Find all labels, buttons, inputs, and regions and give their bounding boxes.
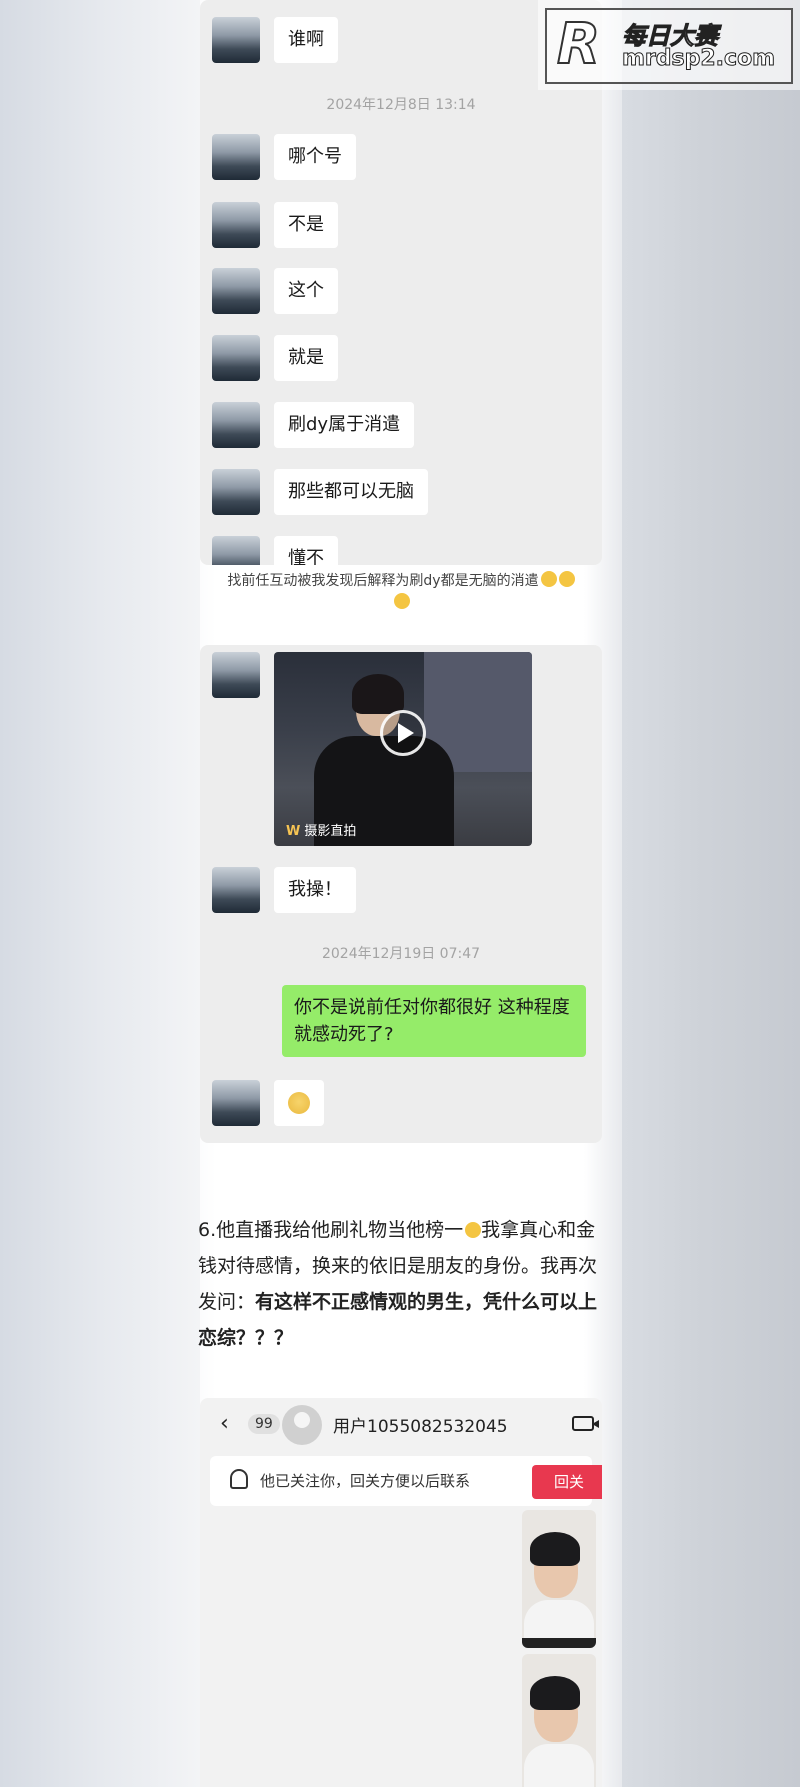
article-paragraph: 6.他直播我给他刷礼物当他榜一 我拿真心和金钱对待感情，换来的依旧是朋友的身份。我… <box>198 1212 608 1356</box>
video-call-icon[interactable] <box>572 1416 599 1431</box>
left-background <box>0 0 200 1787</box>
username: 用户1055082532045 <box>333 1417 508 1437</box>
image-caption: 找前任互动被我发现后解释为刷dy都是无脑的消遣 <box>200 570 602 614</box>
grin-emoji-icon <box>540 571 557 587</box>
avatar <box>212 202 260 248</box>
thumbnail-hair <box>530 1676 580 1710</box>
message-bubble: 这个 <box>274 268 338 314</box>
follow-back-button[interactable]: 回关 <box>532 1465 602 1499</box>
avatar <box>212 652 260 698</box>
right-background <box>622 0 800 1787</box>
message-bubble: 就是 <box>274 335 338 381</box>
watermark-url: mrdsp2.com <box>621 46 776 72</box>
video-person-hair <box>352 674 404 714</box>
emoji-sticker-icon <box>274 1080 324 1126</box>
avatar <box>212 268 260 314</box>
message-bubble: 谁啊 <box>274 17 338 63</box>
grin-emoji-icon <box>394 593 410 609</box>
avatar <box>212 402 260 448</box>
video-thumbnail[interactable] <box>522 1510 596 1648</box>
message-bubble: 懂不 <box>274 536 338 565</box>
caption-text: 找前任互动被我发现后解释为刷dy都是无脑的消遣 <box>227 573 539 589</box>
camera-logo-icon: W <box>286 824 301 839</box>
video-label-text: 摄影直拍 <box>304 824 357 839</box>
video-thumbnail[interactable] <box>522 1654 596 1787</box>
message-bubble: 我操！ <box>274 867 356 913</box>
avatar <box>212 17 260 63</box>
article-text: 6.他直播我给他刷礼物当他榜一 <box>198 1219 464 1241</box>
play-icon[interactable] <box>380 710 426 756</box>
message-bubble: 不是 <box>274 202 338 248</box>
message-bubble: 那些都可以无脑 <box>274 469 428 515</box>
video-message[interactable]: W 摄影直拍 <box>274 652 532 846</box>
avatar <box>212 1080 260 1126</box>
message-sent-bubble: 你不是说前任对你都很好 这种程度就感动死了? <box>282 985 586 1057</box>
dm-screenshot: ‹ 99 用户1055082532045 他已关注你，回关方便以后联系 回关 <box>200 1398 602 1787</box>
follow-notice-bar: 他已关注你，回关方便以后联系 回关 <box>210 1456 602 1506</box>
follow-notice-text: 他已关注你，回关方便以后联系 <box>260 1472 471 1490</box>
grin-emoji-icon <box>465 1222 482 1238</box>
unread-count-badge: 99 <box>248 1414 280 1434</box>
watermark-logo-icon: R <box>556 12 601 77</box>
user-avatar[interactable] <box>282 1405 322 1445</box>
timestamp: 2024年12月19日 07:47 <box>321 946 481 962</box>
avatar <box>212 134 260 180</box>
avatar <box>212 867 260 913</box>
dm-header: ‹ 99 用户1055082532045 <box>200 1398 602 1448</box>
bell-icon <box>230 1469 248 1489</box>
back-chevron-icon[interactable]: ‹ <box>220 1411 229 1436</box>
avatar <box>212 335 260 381</box>
chat-panel-2: W 摄影直拍 我操！ 2024年12月19日 07:47 你不是说前任对你都很好 … <box>200 645 602 1143</box>
message-bubble: 哪个号 <box>274 134 356 180</box>
message-bubble: 刷dy属于消遣 <box>274 402 415 448</box>
article-bold-text: 有这样不正感情观的男生，凭什么可以上恋综？？？ <box>198 1291 598 1349</box>
thumbnail-hair <box>530 1532 580 1566</box>
avatar <box>212 536 260 565</box>
video-source-label: W 摄影直拍 <box>286 820 356 839</box>
grin-emoji-icon <box>558 571 575 587</box>
thumbnail-shirt <box>524 1744 594 1787</box>
thumbnail-progress-bar <box>522 1638 596 1648</box>
timestamp: 2024年12月8日 13:14 <box>326 97 476 113</box>
avatar <box>212 469 260 515</box>
